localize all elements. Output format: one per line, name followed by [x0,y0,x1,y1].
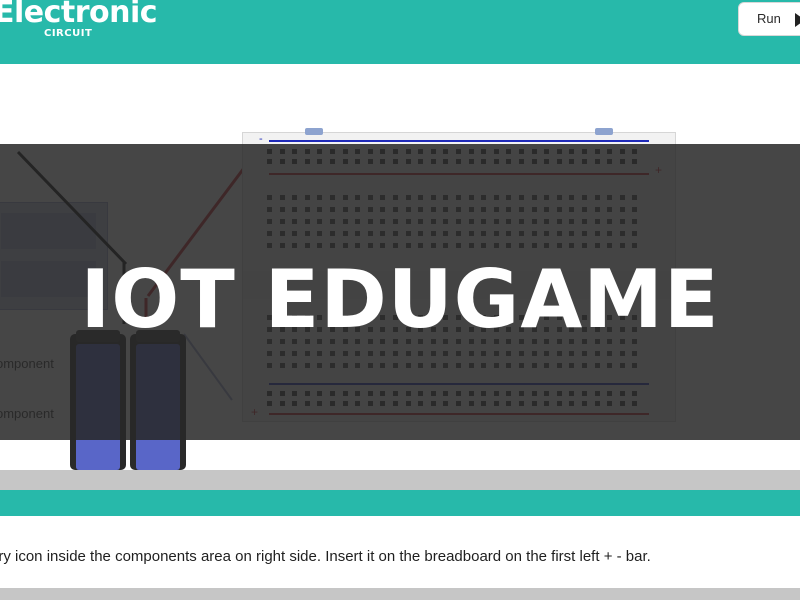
overlay-title: IOT EDUGAME [80,253,720,346]
top-header: Electronic CIRCUIT Run [0,0,800,64]
run-button[interactable]: Run [738,2,800,36]
breadboard-clip [595,128,613,135]
app-logo[interactable]: Electronic CIRCUIT [0,0,158,39]
footer-bar [0,588,800,600]
breadboard-clip [305,128,323,135]
instruction-text: ery icon inside the components area on r… [0,548,651,565]
run-button-label: Run [757,11,781,26]
play-icon [795,13,800,27]
top-rail-blue [269,140,649,142]
divider-bar [0,470,800,490]
app-root: Electronic CIRCUIT Run omponent [0,0,800,600]
instruction-header-bar [0,490,800,516]
